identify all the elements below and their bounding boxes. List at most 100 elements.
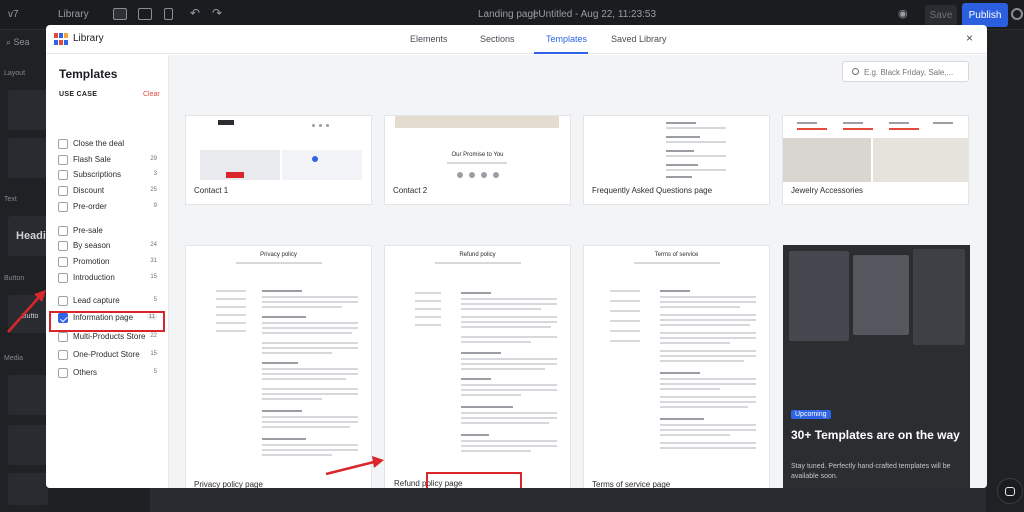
filter-option-by-season[interactable]: By season 24 — [58, 241, 162, 253]
filter-option-others[interactable]: Others 5 — [58, 368, 162, 380]
filter-count: 31 — [150, 258, 157, 264]
filter-checkbox[interactable] — [58, 241, 68, 251]
preview-heading: Our Promise to You — [451, 152, 504, 158]
filter-checkbox[interactable] — [58, 368, 68, 378]
preview-mockup — [789, 251, 849, 341]
filter-label: Subscriptions — [73, 170, 122, 179]
section-media: Media — [4, 355, 24, 362]
template-card-contact-2[interactable]: Our Promise to You Contact 2 — [384, 115, 571, 205]
tablet-view-icon[interactable] — [138, 8, 152, 20]
template-search[interactable] — [842, 61, 969, 82]
template-card-refund-policy[interactable]: Refund policy Refund policy page — [384, 245, 571, 488]
template-card-jewelry[interactable]: Jewelry Accessories — [782, 115, 969, 205]
filter-option-close-the-deal[interactable]: Close the deal — [58, 139, 162, 151]
preview-heading: Refund policy — [459, 252, 496, 258]
image-block[interactable] — [8, 425, 48, 465]
template-preview — [186, 116, 371, 182]
filter-label: By season — [73, 241, 111, 250]
filter-count: 24 — [150, 242, 157, 248]
template-card-faq[interactable]: Frequently Asked Questions page — [583, 115, 770, 205]
layout-block[interactable] — [8, 90, 48, 130]
redo-icon[interactable]: ↷ — [212, 6, 222, 20]
filter-option-lead-capture[interactable]: Lead capture 5 — [58, 296, 162, 308]
layout-block[interactable] — [8, 138, 48, 178]
tab-sections[interactable]: Sections — [480, 34, 515, 44]
heading-block-label: Headi — [16, 230, 46, 242]
filter-option-discount[interactable]: Discount 25 — [58, 186, 162, 198]
template-preview: Our Promise to You — [385, 116, 570, 182]
filter-label: Introduction — [73, 273, 115, 282]
preview-eye-icon[interactable]: ◉ — [898, 7, 908, 20]
upcoming-description: Stay tuned. Perfectly hand-crafted templ… — [791, 463, 951, 480]
filter-checkbox[interactable] — [58, 155, 68, 165]
filter-checkbox[interactable] — [58, 139, 68, 149]
tab-elements[interactable]: Elements — [410, 34, 448, 44]
preview-heading: Privacy policy — [260, 252, 297, 258]
preview-heading: Terms of service — [654, 252, 699, 258]
filter-checkbox[interactable] — [58, 350, 68, 360]
image-block[interactable] — [8, 375, 48, 415]
desktop-view-icon[interactable] — [113, 8, 127, 20]
sidebar-title: Templates — [59, 67, 118, 81]
annotation-highlight-information-page — [49, 311, 165, 332]
filter-checkbox[interactable] — [58, 170, 68, 180]
filter-option-flash-sale[interactable]: Flash Sale 29 — [58, 155, 162, 167]
template-card-contact-1[interactable]: Contact 1 — [185, 115, 372, 205]
save-button[interactable]: Save — [925, 5, 957, 25]
filter-count: 9 — [153, 203, 157, 209]
filter-checkbox[interactable] — [58, 226, 68, 236]
panel-search[interactable]: ⌕ Sea — [6, 37, 30, 48]
tab-saved-library[interactable]: Saved Library — [611, 34, 667, 44]
settings-gear-icon[interactable] — [1011, 8, 1023, 20]
filter-count: 15 — [150, 274, 157, 280]
filter-label: Flash Sale — [73, 155, 111, 164]
template-preview — [783, 116, 968, 182]
filter-checkbox[interactable] — [58, 186, 68, 196]
mobile-view-icon[interactable] — [164, 8, 173, 20]
template-caption: Jewelry Accessories — [791, 186, 864, 195]
clear-filter-link[interactable]: Clear — [143, 91, 160, 98]
publish-button[interactable]: Publish — [962, 3, 1008, 27]
template-caption: Contact 1 — [194, 186, 229, 195]
filter-option-pre-order[interactable]: Pre-order 9 — [58, 202, 162, 214]
library-logo-icon — [54, 33, 68, 45]
preview-mockup — [853, 255, 909, 335]
filter-count: 5 — [153, 297, 157, 303]
filter-option-pre-sale[interactable]: Pre-sale — [58, 226, 162, 238]
filter-option-multi-products-store[interactable]: Multi-Products Store 22 — [58, 332, 162, 344]
upcoming-badge: Upcoming — [791, 410, 831, 419]
page-name[interactable]: Landing page — [478, 9, 539, 20]
document-title[interactable]: | Untitled - Aug 22, 11:23:53 — [533, 9, 656, 20]
filter-label: One-Product Store — [73, 350, 140, 359]
template-preview: Privacy policy — [186, 246, 371, 468]
filter-option-subscriptions[interactable]: Subscriptions 3 — [58, 170, 162, 182]
template-caption: Privacy policy page — [194, 480, 263, 488]
filter-checkbox[interactable] — [58, 257, 68, 267]
filter-count: 25 — [150, 187, 157, 193]
version-label[interactable]: v7 — [8, 9, 19, 20]
template-card-terms-of-service[interactable]: Terms of service Terms of service page — [583, 245, 770, 488]
template-caption: Contact 2 — [393, 186, 428, 195]
filter-option-introduction[interactable]: Introduction 15 — [58, 273, 162, 285]
close-icon[interactable]: × — [966, 31, 973, 45]
filter-option-promotion[interactable]: Promotion 31 — [58, 257, 162, 269]
filter-checkbox[interactable] — [58, 202, 68, 212]
chat-support-button[interactable] — [997, 478, 1023, 504]
tab-templates[interactable]: Templates — [546, 34, 587, 44]
filter-label: Promotion — [73, 257, 110, 266]
template-caption: Frequently Asked Questions page — [592, 186, 713, 195]
filter-label: Others — [73, 368, 98, 377]
video-block[interactable] — [8, 473, 48, 505]
template-preview: Refund policy — [385, 246, 570, 468]
annotation-arrow-left — [7, 290, 46, 333]
filter-label: Pre-sale — [73, 226, 103, 235]
filter-option-one-product-store[interactable]: One-Product Store 15 — [58, 350, 162, 362]
filter-label: Discount — [73, 186, 105, 195]
upcoming-templates-card: Upcoming 30+ Templates are on the way St… — [783, 245, 970, 488]
editor-left-panel: ⌕ Sea Layout Text Headi Button Butto Med… — [0, 30, 48, 512]
undo-icon[interactable]: ↶ — [190, 6, 200, 20]
template-grid: Contact 1 Our Promise to You Contact 2 F… — [169, 55, 987, 488]
library-button[interactable]: Library — [58, 9, 89, 20]
chat-icon — [1005, 486, 1015, 496]
template-search-input[interactable] — [864, 65, 964, 79]
